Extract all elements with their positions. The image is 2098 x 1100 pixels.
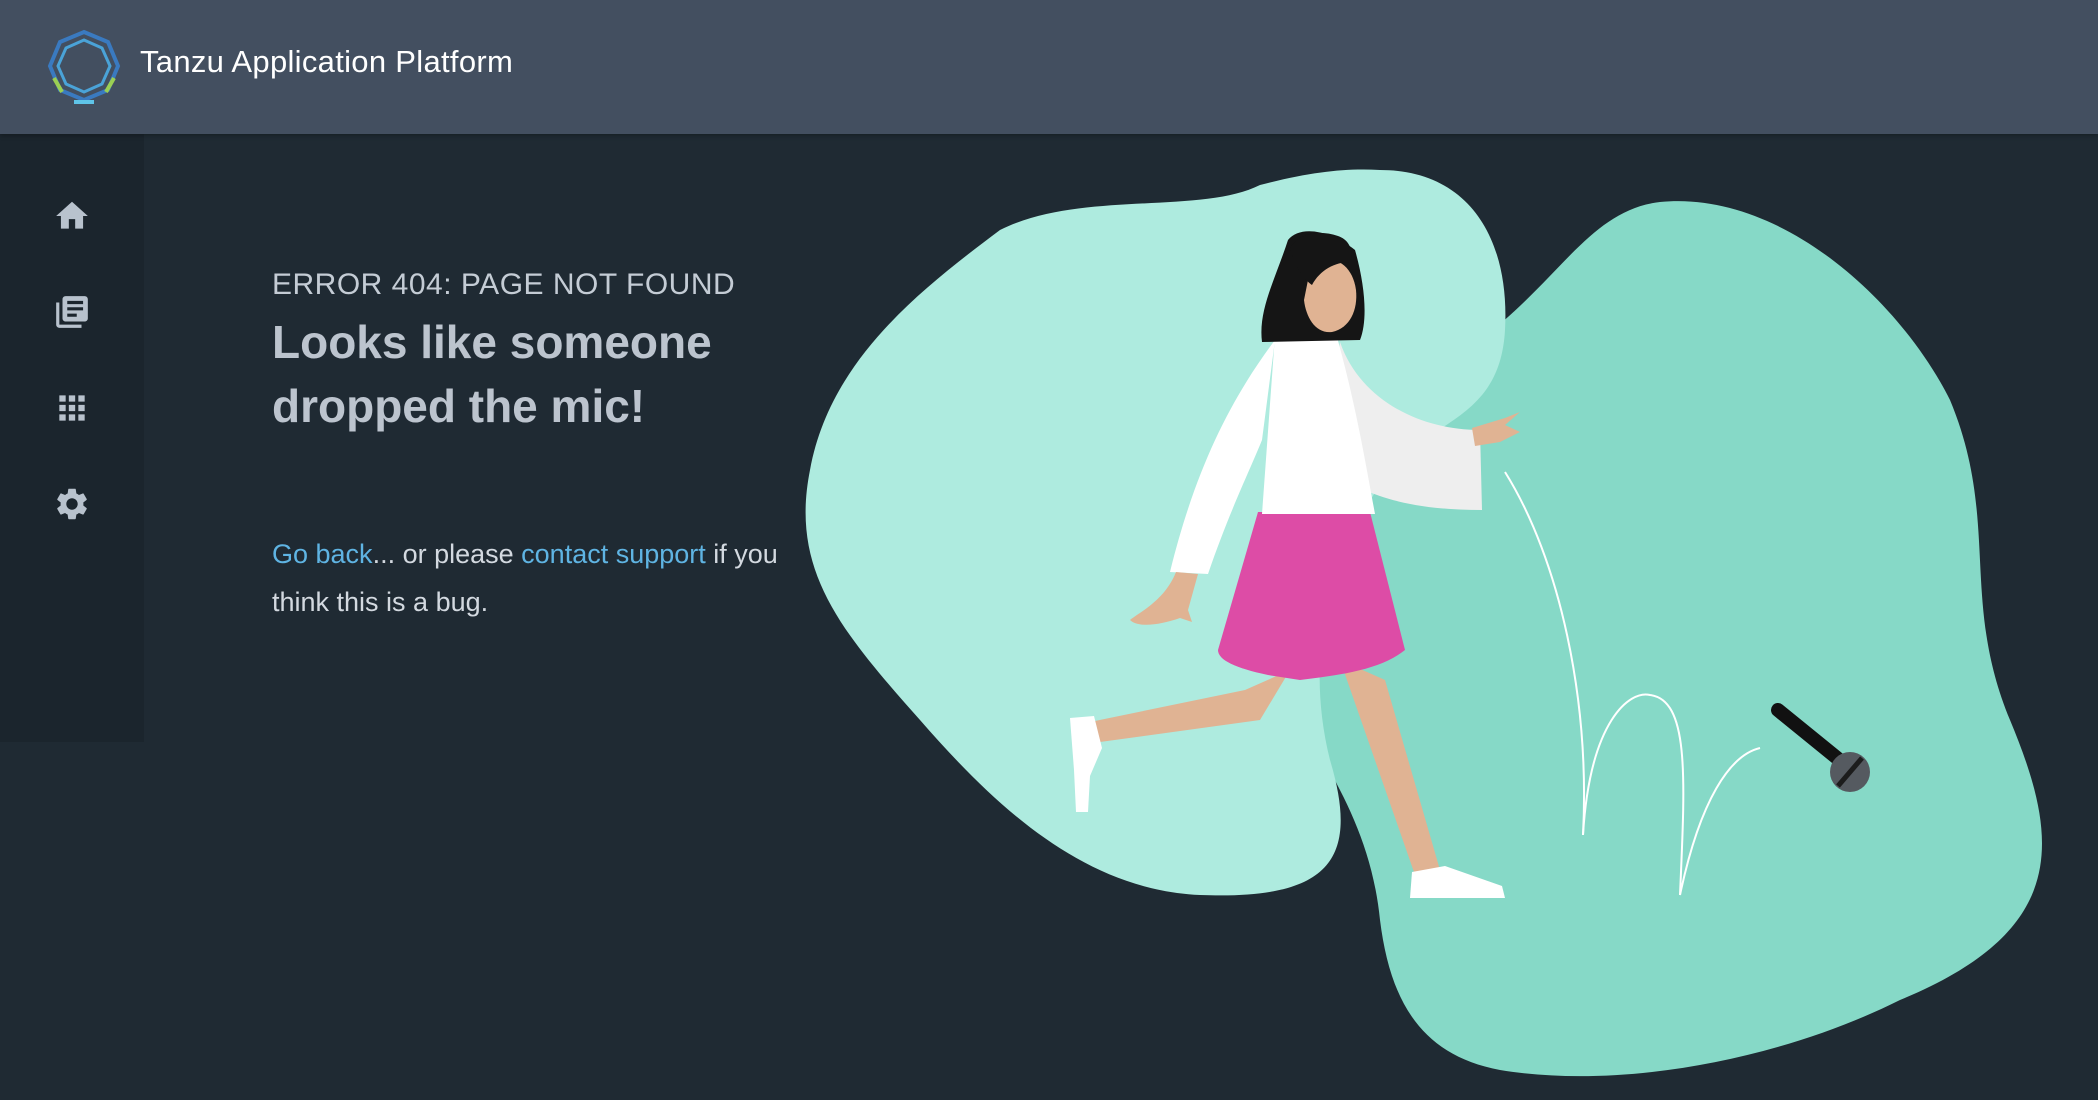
error-headline: Looks like someone dropped the mic!: [272, 316, 712, 432]
sidebar-item-catalog[interactable]: [40, 280, 104, 344]
apps-grid-icon: [59, 395, 85, 421]
sidebar-item-settings[interactable]: [40, 472, 104, 536]
error-code: ERROR 404: PAGE NOT FOUND: [272, 268, 736, 301]
settings-gear-icon: [57, 488, 87, 520]
contact-support-link[interactable]: contact support: [521, 539, 706, 569]
tanzu-logo-icon[interactable]: [44, 26, 124, 106]
go-back-link[interactable]: Go back: [272, 539, 373, 569]
sidebar-item-home[interactable]: [40, 184, 104, 248]
error-message: Go back... or please contact support if …: [272, 530, 812, 626]
catalog-icon: [56, 296, 88, 328]
app-title[interactable]: Tanzu Application Platform: [140, 44, 513, 80]
home-icon: [56, 201, 88, 229]
sidebar-nav: [0, 134, 144, 742]
top-app-bar: Tanzu Application Platform: [0, 0, 2098, 134]
dropped-mic-illustration: [805, 169, 2042, 1077]
error-content: ERROR 404: PAGE NOT FOUND Looks like som…: [272, 268, 832, 626]
sidebar-item-apps[interactable]: [40, 376, 104, 440]
message-middle-text: ... or please: [372, 539, 522, 569]
